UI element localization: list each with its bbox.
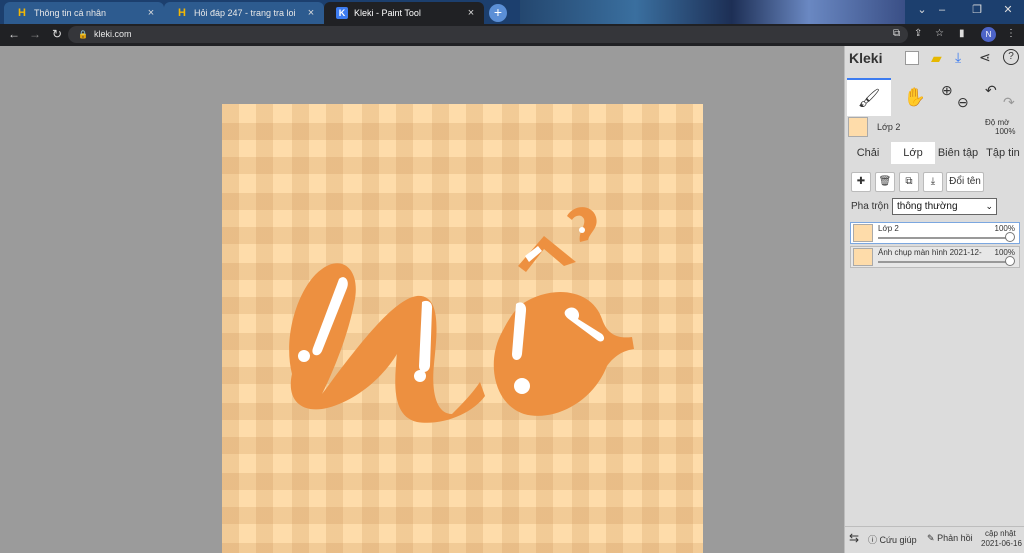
- blend-mode-value: thông thường: [897, 201, 958, 212]
- tab-kleki[interactable]: K Kleki - Paint Tool ×: [324, 2, 484, 24]
- tab-title: Kleki - Paint Tool: [354, 8, 421, 18]
- address-bar[interactable]: 🔒 kleki.com: [68, 26, 908, 43]
- reload-icon[interactable]: ↻: [49, 27, 65, 41]
- hand-tool-button[interactable]: ✋: [895, 78, 935, 116]
- tab-title: Hỏi đáp 247 - trang tra loi: [194, 8, 296, 18]
- kleki-logo: Kleki: [849, 50, 883, 66]
- hoidap-h-icon: H: [178, 7, 186, 19]
- kleki-side-panel: Kleki ▰ ⤓ ⋖ ? 🖌 ✋ ⊕ ⊖ ↶ ↷ Lớp 2 Độ mờ 10…: [844, 46, 1024, 553]
- current-layer-name: Lớp 2: [877, 122, 901, 132]
- swap-side-icon[interactable]: ⇆: [849, 531, 859, 545]
- close-icon[interactable]: ×: [464, 7, 478, 19]
- panel-tabs: Chải Lớp Biên tập Tập tin: [845, 142, 1024, 164]
- new-image-icon[interactable]: [905, 51, 919, 65]
- help-circle-icon: ⓘ: [868, 535, 878, 545]
- update-date: 2021-06-16: [981, 539, 1022, 548]
- layer-thumbnail: [853, 224, 873, 242]
- blend-mode-select[interactable]: thông thường ⌄: [892, 198, 997, 215]
- add-layer-button[interactable]: ✚: [851, 172, 871, 192]
- opacity-value: 100%: [995, 127, 1016, 136]
- undo-icon[interactable]: ↶: [985, 82, 997, 99]
- layer-opacity-slider[interactable]: [878, 261, 1013, 263]
- back-icon[interactable]: ←: [6, 27, 22, 41]
- open-folder-icon[interactable]: ▰: [931, 50, 942, 67]
- update-label: cập nhật: [985, 529, 1016, 538]
- layer-opacity-handle[interactable]: [1005, 256, 1015, 266]
- layer-opacity-slider[interactable]: [878, 237, 1013, 239]
- help-link-label: Cứu giúp: [879, 535, 917, 545]
- close-icon[interactable]: ×: [144, 7, 158, 19]
- zoom-in-icon[interactable]: ⊕: [941, 82, 953, 99]
- canvas-drawing: [289, 207, 634, 423]
- layer-item[interactable]: Ảnh chụp màn hình 2021-12- 100%: [850, 246, 1020, 268]
- hook-above-stroke: [567, 207, 597, 242]
- layer-name: Ảnh chụp màn hình 2021-12-: [878, 248, 982, 257]
- url-text: kleki.com: [93, 29, 132, 39]
- tab-layer[interactable]: Lớp: [891, 142, 935, 164]
- duplicate-layer-button[interactable]: ⧉: [899, 172, 919, 192]
- brush-tool-button[interactable]: 🖌: [847, 78, 891, 116]
- current-layer-thumbnail: [848, 117, 868, 137]
- browser-tab-strip: H Thông tin cá nhân × H Hỏi đáp 247 - tr…: [0, 0, 1024, 24]
- forward-icon[interactable]: →: [27, 27, 43, 41]
- tab-hoi-dap[interactable]: H Hỏi đáp 247 - trang tra loi ×: [164, 2, 324, 24]
- feedback-icon: ✎: [927, 533, 935, 543]
- redo-icon[interactable]: ↷: [1003, 94, 1015, 111]
- translate-icon[interactable]: ⧉: [893, 28, 900, 39]
- chevron-down-icon: ⌄: [985, 201, 993, 211]
- new-tab-button[interactable]: +: [489, 4, 507, 22]
- hoidap-h-icon: H: [18, 7, 26, 19]
- lock-icon: 🔒: [78, 30, 88, 39]
- tab-file[interactable]: Tập tin: [982, 142, 1024, 164]
- tab-title: Thông tin cá nhân: [34, 8, 107, 18]
- layer-opacity-handle[interactable]: [1005, 232, 1015, 242]
- download-icon[interactable]: ⤓: [955, 49, 961, 66]
- feedback-link[interactable]: ✎ Phản hồi: [927, 533, 973, 544]
- merge-layer-button[interactable]: ⤓: [923, 172, 943, 192]
- window-close-button[interactable]: ✕: [990, 0, 1024, 22]
- sidepanel-icon[interactable]: ▮: [959, 28, 965, 39]
- kleki-icon: K: [336, 7, 348, 19]
- minimize-button[interactable]: –: [924, 0, 960, 22]
- share-page-icon[interactable]: ⇪: [914, 28, 922, 39]
- tab-brush[interactable]: Chải: [847, 142, 889, 164]
- layer-thumbnail: [853, 248, 873, 266]
- brush-icon: 🖌: [857, 87, 881, 108]
- rename-layer-button[interactable]: Đổi tên: [946, 172, 984, 192]
- hand-icon: ✋: [903, 86, 927, 107]
- help-icon[interactable]: ?: [1003, 49, 1019, 65]
- menu-icon[interactable]: ⋮: [1006, 28, 1016, 39]
- canvas-workspace[interactable]: [0, 46, 844, 553]
- zoom-out-icon[interactable]: ⊖: [957, 94, 969, 111]
- bookmark-star-icon[interactable]: ☆: [935, 28, 944, 39]
- close-icon[interactable]: ×: [304, 7, 318, 19]
- help-link[interactable]: ⓘ Cứu giúp: [868, 533, 917, 546]
- tabstrip-background-art: [520, 0, 905, 24]
- delete-layer-button[interactable]: 🗑: [875, 172, 895, 192]
- profile-avatar[interactable]: N: [981, 27, 996, 42]
- feedback-link-label: Phản hồi: [937, 533, 973, 543]
- browser-toolbar: ← → ↻ 🔒 kleki.com ⧉ ⇪ ☆ ▮ N ⋮: [0, 24, 1024, 46]
- opacity-label: Độ mờ: [985, 118, 1010, 127]
- drawing-canvas[interactable]: [222, 104, 703, 553]
- blend-mode-label: Pha trộn: [851, 201, 889, 212]
- circumflex-stroke: [518, 236, 576, 272]
- layer-item[interactable]: Lớp 2 100%: [850, 222, 1020, 244]
- share-icon[interactable]: ⋖: [979, 49, 991, 66]
- panel-footer: ⇆ ⓘ Cứu giúp ✎ Phản hồi cập nhật 2021-06…: [845, 526, 1024, 553]
- tab-thong-tin[interactable]: H Thông tin cá nhân ×: [4, 2, 164, 24]
- tab-edit[interactable]: Biên tập: [936, 142, 980, 164]
- layer-name: Lớp 2: [878, 224, 899, 233]
